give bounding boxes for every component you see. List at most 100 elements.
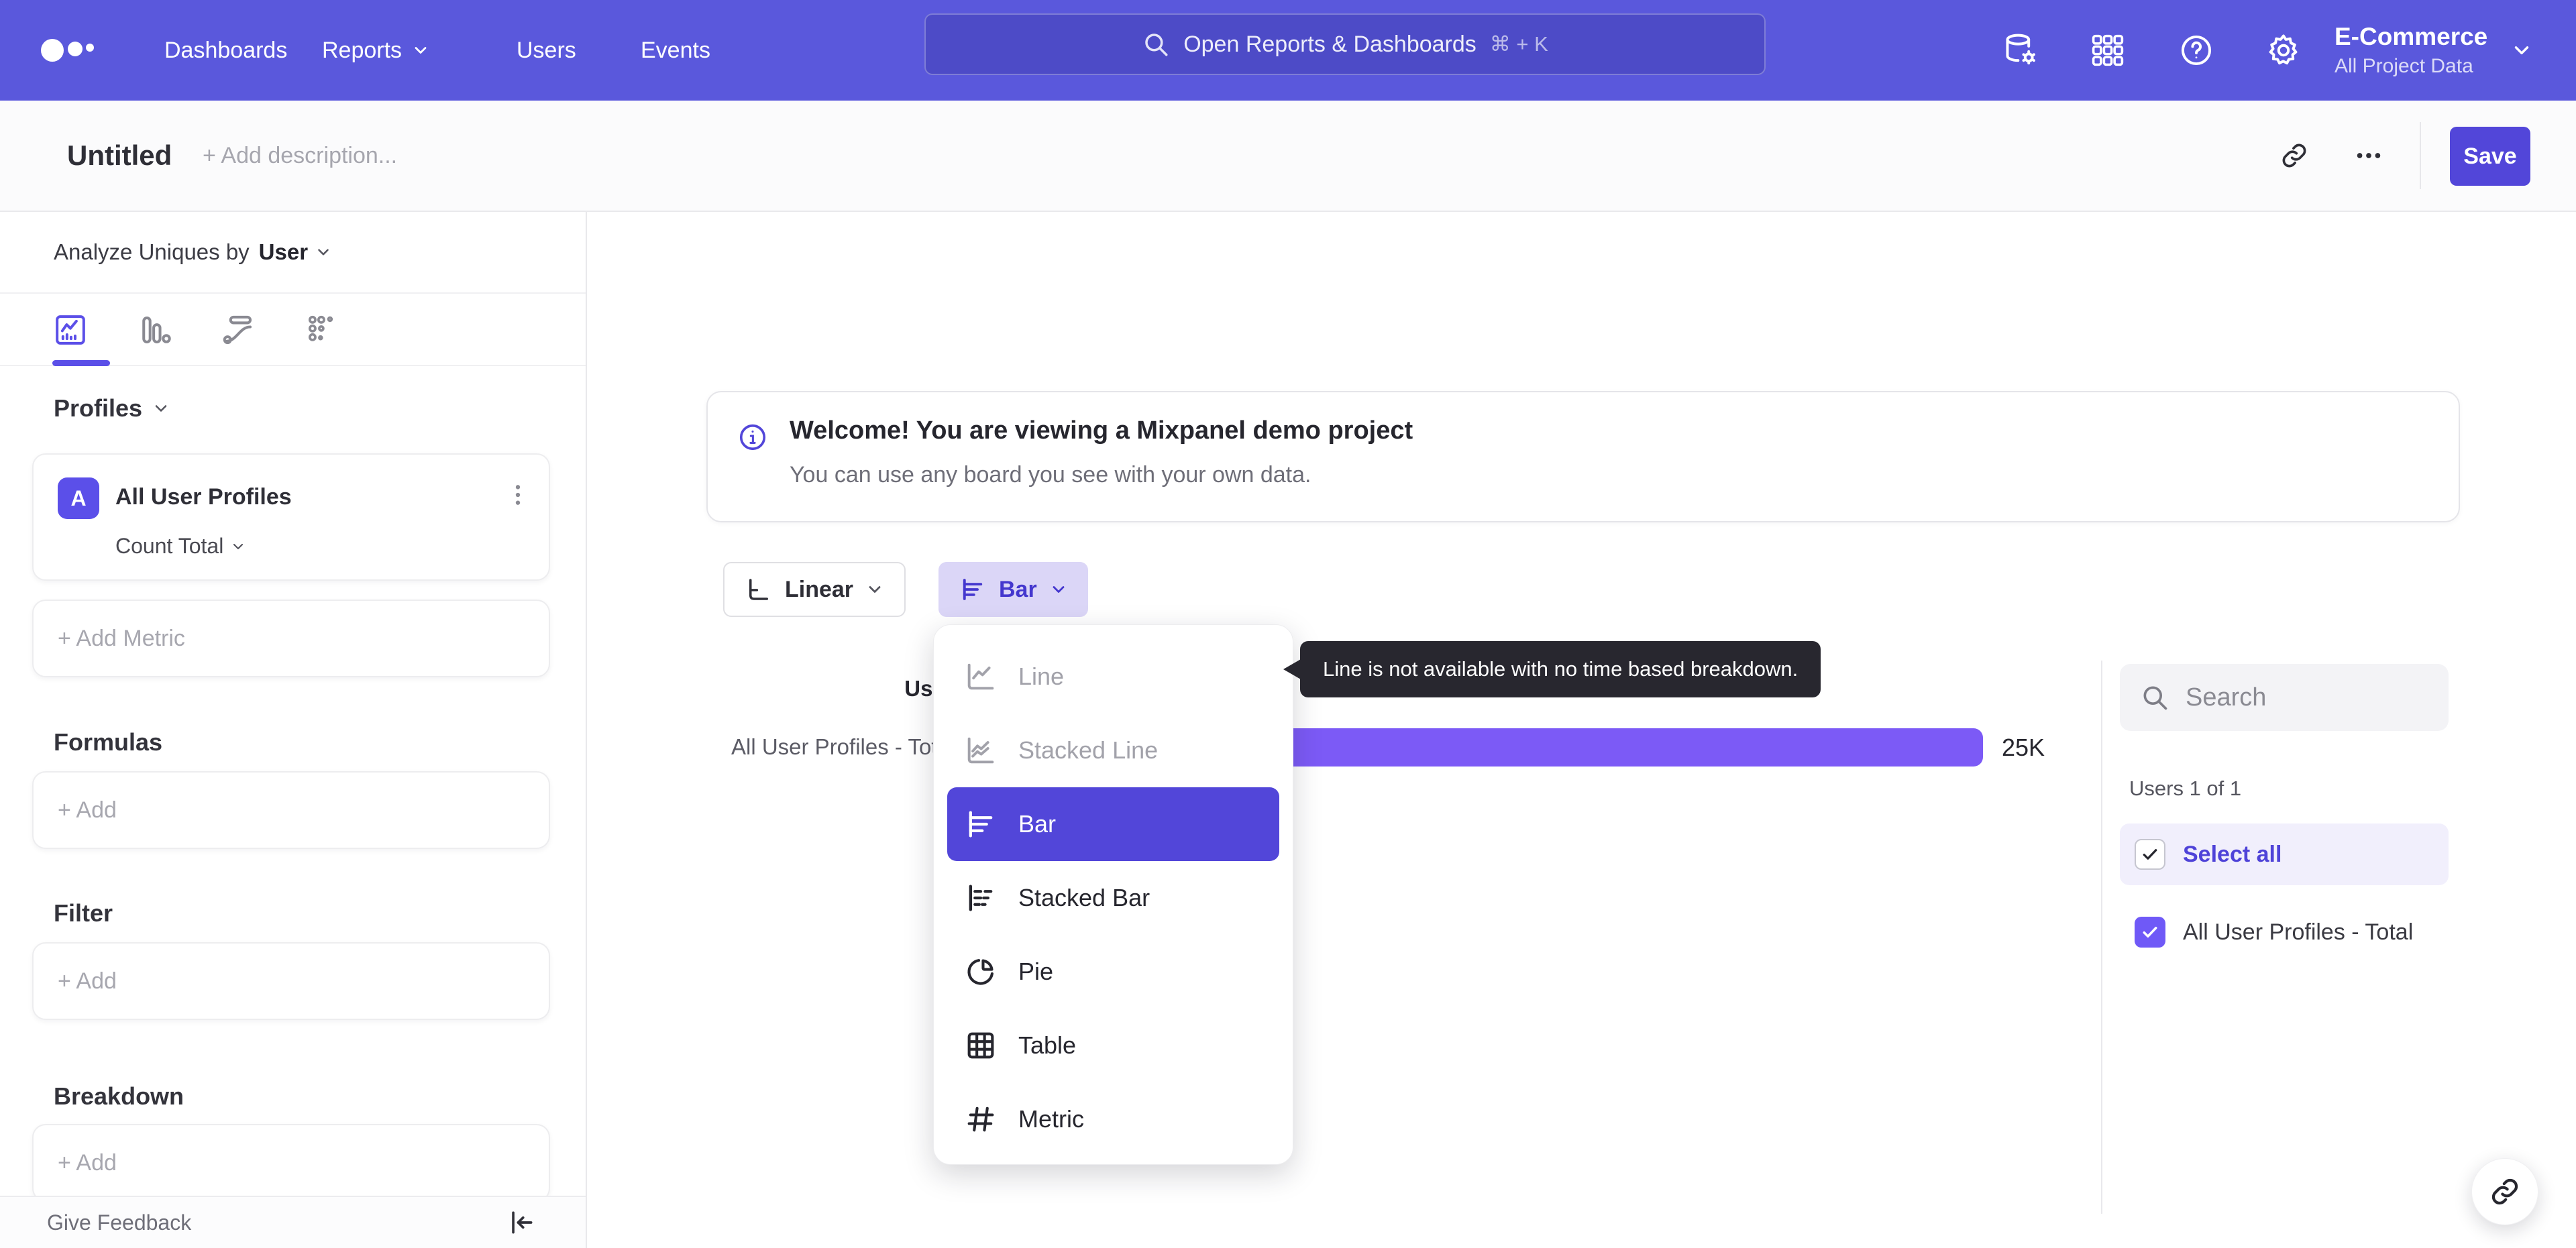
banner-title: Welcome! You are viewing a Mixpanel demo…: [790, 416, 1413, 445]
dropdown-item-line-label: Line: [1018, 663, 1065, 690]
help-icon[interactable]: [2178, 0, 2215, 101]
project-scope: All Project Data: [2334, 55, 2473, 77]
dropdown-item-stacked-line[interactable]: Stacked Line: [947, 714, 1279, 787]
add-breakdown-button[interactable]: + Add: [32, 1124, 550, 1202]
series-search-input[interactable]: Search: [2120, 664, 2449, 731]
metric-name[interactable]: All User Profiles: [115, 484, 292, 510]
project-switcher[interactable]: E-Commerce All Project Data: [2334, 0, 2487, 101]
project-chevron-down-icon[interactable]: [2510, 0, 2533, 101]
series-search-placeholder: Search: [2186, 683, 2267, 712]
metric-aggregation-select[interactable]: Count Total: [115, 534, 246, 559]
copy-link-icon[interactable]: [2279, 101, 2309, 211]
panel-divider: [2101, 661, 2102, 1214]
select-all-row[interactable]: Select all: [2120, 824, 2449, 885]
analyze-entity-select[interactable]: User: [259, 239, 332, 265]
profiles-heading[interactable]: Profiles: [54, 394, 170, 422]
titlebar-divider: [2420, 122, 2421, 189]
breakdown-heading: Breakdown: [54, 1082, 184, 1111]
formulas-heading-label: Formulas: [54, 728, 163, 756]
demo-project-banner: Welcome! You are viewing a Mixpanel demo…: [706, 391, 2460, 522]
mixpanel-logo-icon[interactable]: [39, 0, 103, 101]
dropdown-item-stacked-bar[interactable]: Stacked Bar: [947, 861, 1279, 935]
add-filter-button[interactable]: + Add: [32, 942, 550, 1020]
search-icon: [1142, 30, 1170, 58]
save-button[interactable]: Save: [2450, 127, 2530, 186]
top-nav: Dashboards Reports Users Events Open Rep…: [0, 0, 2576, 101]
dropdown-item-table[interactable]: Table: [947, 1009, 1279, 1082]
profiles-heading-label: Profiles: [54, 394, 143, 422]
add-metric-button[interactable]: + Add Metric: [32, 600, 550, 677]
banner-subtitle: You can use any board you see with your …: [790, 462, 1311, 488]
search-shortcut: ⌘ + K: [1489, 32, 1548, 56]
dropdown-item-metric[interactable]: Metric: [947, 1082, 1279, 1156]
tab-flows[interactable]: [205, 294, 272, 366]
series-row[interactable]: All User Profiles - Total: [2120, 901, 2449, 963]
formulas-heading: Formulas: [54, 728, 162, 756]
add-description-field[interactable]: + Add description...: [203, 101, 397, 211]
chart-bar-value: 25K: [2002, 734, 2045, 761]
give-feedback-link[interactable]: Give Feedback: [47, 1210, 191, 1235]
dropdown-item-table-label: Table: [1018, 1031, 1077, 1059]
report-type-tabs: [0, 294, 586, 366]
dropdown-item-pie-label: Pie: [1018, 958, 1054, 985]
metric-hash-icon: [963, 1102, 998, 1137]
data-management-icon[interactable]: [2002, 0, 2040, 101]
stacked-bar-chart-icon: [963, 881, 998, 915]
chevron-down-icon: [411, 41, 430, 60]
nav-reports[interactable]: Reports: [322, 0, 430, 101]
metric-aggregation-value: Count Total: [115, 534, 224, 558]
mixpanel-insights-page: Dashboards Reports Users Events Open Rep…: [0, 0, 2576, 1248]
dropdown-item-metric-label: Metric: [1018, 1105, 1084, 1133]
collapse-sidebar-icon[interactable]: [506, 1208, 536, 1237]
metric-options-icon[interactable]: [504, 481, 531, 508]
select-all-checkbox[interactable]: [2135, 839, 2165, 870]
nav-events-label: Events: [641, 37, 710, 63]
analyze-row: Analyze Uniques by User: [0, 212, 586, 294]
nav-reports-label: Reports: [322, 37, 402, 63]
settings-gear-icon[interactable]: [2265, 0, 2302, 101]
axis-icon: [745, 575, 773, 604]
nav-users-label: Users: [517, 37, 576, 63]
share-link-button[interactable]: [2471, 1158, 2538, 1225]
line-chart-icon: [963, 659, 998, 694]
tab-retention[interactable]: [288, 294, 356, 366]
series-label: All User Profiles - Total: [2183, 919, 2414, 945]
more-options-icon[interactable]: [2353, 101, 2384, 211]
chart-row-label: All User Profiles - Total: [731, 734, 955, 759]
chart-type-dropdown: Line Stacked Line Bar Stacked Bar Pie Ta…: [933, 624, 1293, 1165]
link-icon: [2489, 1176, 2521, 1208]
apps-grid-icon[interactable]: [2090, 0, 2126, 101]
query-builder-sidebar: Analyze Uniques by User Profiles A All U…: [0, 212, 587, 1248]
scale-select-button[interactable]: Linear: [723, 562, 906, 617]
dropdown-item-line[interactable]: Line: [947, 640, 1279, 714]
chevron-down-icon: [230, 538, 246, 555]
tab-insights[interactable]: [37, 294, 104, 366]
report-title[interactable]: Untitled: [67, 101, 172, 211]
series-checkbox[interactable]: [2135, 917, 2165, 948]
info-icon: [737, 422, 768, 453]
filter-heading: Filter: [54, 899, 113, 927]
stacked-line-chart-icon: [963, 733, 998, 768]
nav-dashboards[interactable]: Dashboards: [164, 0, 287, 101]
add-formula-button[interactable]: + Add: [32, 771, 550, 849]
dropdown-item-pie[interactable]: Pie: [947, 935, 1279, 1009]
chart-type-label: Bar: [999, 576, 1037, 602]
search-icon: [2140, 683, 2169, 712]
metric-card[interactable]: A All User Profiles Count Total: [32, 453, 550, 581]
tab-funnels[interactable]: [121, 294, 188, 366]
nav-users[interactable]: Users: [517, 0, 576, 101]
series-count: Users 1 of 1: [2129, 777, 2242, 800]
bar-chart-icon: [963, 807, 998, 842]
dropdown-item-bar[interactable]: Bar: [947, 787, 1279, 861]
global-search-input[interactable]: Open Reports & Dashboards ⌘ + K: [924, 13, 1766, 75]
chart-type-button[interactable]: Bar: [938, 562, 1088, 617]
breakdown-heading-label: Breakdown: [54, 1082, 184, 1110]
metric-badge: A: [58, 477, 99, 519]
dropdown-item-bar-label: Bar: [1018, 810, 1057, 838]
active-tab-underline: [52, 360, 110, 366]
line-disabled-tooltip: Line is not available with no time based…: [1300, 641, 1821, 697]
nav-events[interactable]: Events: [641, 0, 710, 101]
analyze-entity-value: User: [258, 239, 309, 264]
pie-chart-icon: [963, 954, 998, 989]
select-all-label: Select all: [2183, 841, 2282, 867]
